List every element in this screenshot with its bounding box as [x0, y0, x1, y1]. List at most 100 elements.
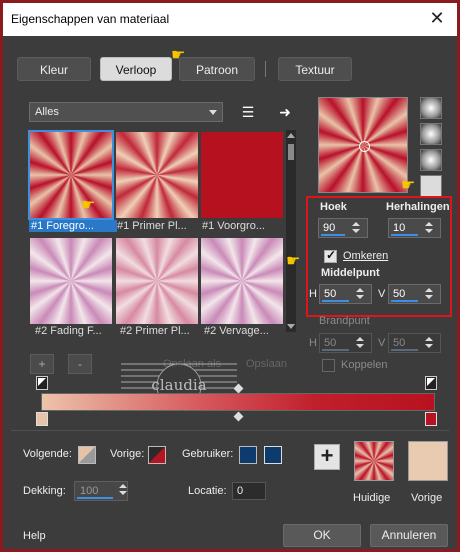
- gradient-preview[interactable]: [318, 97, 408, 193]
- tab-kleur[interactable]: Kleur: [17, 57, 91, 81]
- previous-small-label: Vorige:: [110, 448, 145, 460]
- linear-style-icon[interactable]: [420, 97, 442, 119]
- stepper-arrows-icon[interactable]: [347, 220, 365, 236]
- link-checkbox[interactable]: [322, 359, 335, 372]
- ok-button[interactable]: OK: [283, 524, 361, 547]
- stepper-arrows-icon[interactable]: [420, 220, 438, 236]
- pointing-hand-icon: ☛: [286, 253, 301, 270]
- user-swatch-2[interactable]: [264, 446, 282, 464]
- repeats-value: 10: [393, 222, 406, 234]
- repeats-spinner[interactable]: 10: [388, 218, 441, 238]
- midpoint-marker[interactable]: [233, 411, 244, 422]
- focus-h-value: 50: [324, 337, 337, 349]
- stepper-arrows-icon[interactable]: [351, 286, 369, 302]
- focus-label: Brandpunt: [319, 315, 370, 327]
- pointing-hand-icon: ☛: [81, 197, 96, 214]
- previous-swatch[interactable]: [148, 446, 166, 464]
- center-h-value: 50: [324, 288, 337, 300]
- gradient-label-4[interactable]: #2 Fading F...: [35, 325, 123, 337]
- arrow-right-icon[interactable]: ➜: [276, 103, 294, 121]
- radial-style-icon[interactable]: [420, 175, 442, 197]
- color-stop-left-bottom[interactable]: [36, 412, 48, 426]
- location-input[interactable]: 0: [232, 482, 266, 500]
- link-label[interactable]: Koppelen: [341, 359, 388, 371]
- gradient-thumb-4[interactable]: [30, 238, 112, 324]
- svg-text:claudia: claudia: [151, 376, 206, 394]
- current-material-swatch[interactable]: [354, 441, 394, 481]
- stepper-arrows-icon[interactable]: [420, 286, 438, 302]
- invert-label[interactable]: Omkeren: [343, 250, 388, 262]
- focus-underline: [391, 349, 418, 351]
- center-label: Middelpunt: [321, 267, 380, 279]
- center-h-spinner[interactable]: 50: [319, 284, 372, 304]
- focus-v-value: 50: [393, 337, 406, 349]
- gradient-label-5[interactable]: #2 Primer Pl...: [120, 325, 208, 337]
- add-to-swatches-button[interactable]: +: [314, 444, 340, 470]
- next-swatch[interactable]: [78, 446, 96, 464]
- focus-underline: [77, 497, 113, 499]
- rectangular-style-icon[interactable]: [420, 123, 442, 145]
- sunburst-style-icon[interactable]: [420, 149, 442, 171]
- gradient-thumb-1[interactable]: [28, 130, 114, 220]
- focus-underline: [391, 234, 418, 236]
- focus-h-spinner[interactable]: 50: [319, 333, 372, 353]
- pointing-hand-icon: ☛: [401, 177, 416, 194]
- tab-textuur[interactable]: Textuur: [278, 57, 352, 81]
- list-menu-icon[interactable]: ☰: [239, 103, 257, 121]
- color-stop-right-bottom[interactable]: [425, 412, 437, 426]
- invert-checkbox[interactable]: [324, 248, 337, 263]
- center-v-label: V: [378, 288, 386, 300]
- scroll-down-icon[interactable]: [287, 324, 295, 329]
- tab-verloop[interactable]: Verloop: [100, 57, 172, 81]
- stepper-arrows-icon[interactable]: [117, 482, 129, 498]
- stepper-arrows-icon[interactable]: [351, 335, 369, 351]
- color-stop-left[interactable]: [36, 376, 48, 390]
- focus-underline: [391, 300, 418, 302]
- gradient-thumb-3[interactable]: [201, 132, 283, 218]
- opacity-label: Dekking:: [23, 485, 66, 497]
- gradient-thumb-2[interactable]: [116, 132, 198, 218]
- remove-stop-button[interactable]: -: [68, 354, 92, 374]
- angle-spinner[interactable]: 90: [318, 218, 368, 238]
- gradient-label-2[interactable]: #1 Primer Pl...: [117, 220, 205, 232]
- gradient-category-select[interactable]: Alles: [29, 102, 223, 122]
- gradient-bar[interactable]: [41, 393, 435, 411]
- focus-h-label: H: [309, 337, 317, 349]
- opacity-value: 100: [80, 485, 99, 497]
- gradient-label-3[interactable]: #1 Voorgro...: [202, 220, 290, 232]
- tab-separator: [265, 61, 266, 77]
- gradient-list-scrollbar[interactable]: [286, 130, 296, 332]
- gradient-thumb-5[interactable]: [116, 238, 198, 324]
- user-swatch-1[interactable]: [239, 446, 257, 464]
- focus-underline: [322, 300, 349, 302]
- gradient-label-1[interactable]: #1 Foregro...: [29, 220, 117, 232]
- focus-underline: [322, 349, 349, 351]
- window-title: Eigenschappen van materiaal: [11, 12, 170, 26]
- previous-material-swatch[interactable]: [408, 441, 448, 481]
- angle-label: Hoek: [320, 201, 347, 213]
- center-crosshair-icon[interactable]: [359, 141, 370, 152]
- stepper-arrows-icon[interactable]: [420, 335, 438, 351]
- scrollbar-thumb[interactable]: [288, 144, 294, 160]
- save-button[interactable]: Opslaan: [246, 358, 287, 370]
- gradient-thumb-6[interactable]: [201, 238, 283, 324]
- focus-underline: [321, 234, 345, 236]
- user-label: Gebruiker:: [182, 448, 234, 460]
- divider: [11, 430, 449, 431]
- color-stop-right[interactable]: [425, 376, 437, 390]
- gradient-label-6[interactable]: #2 Vervage...: [204, 325, 292, 337]
- center-v-spinner[interactable]: 50: [388, 284, 441, 304]
- add-stop-button[interactable]: +: [30, 354, 54, 374]
- repeats-label: Herhalingen: [386, 201, 450, 213]
- cancel-button[interactable]: Annuleren: [370, 524, 448, 547]
- close-icon[interactable]: ✕: [427, 8, 447, 28]
- opacity-stepper[interactable]: [115, 481, 129, 501]
- location-label: Locatie:: [188, 485, 227, 497]
- pointing-hand-icon: ☛: [171, 47, 186, 64]
- scroll-up-icon[interactable]: [287, 133, 295, 138]
- focus-v-spinner[interactable]: 50: [388, 333, 441, 353]
- material-properties-dialog: Eigenschappen van materiaal ✕ Kleur Verl…: [0, 0, 460, 552]
- center-h-label: H: [309, 288, 317, 300]
- tab-patroon[interactable]: Patroon: [179, 57, 255, 81]
- help-button[interactable]: Help: [23, 530, 46, 542]
